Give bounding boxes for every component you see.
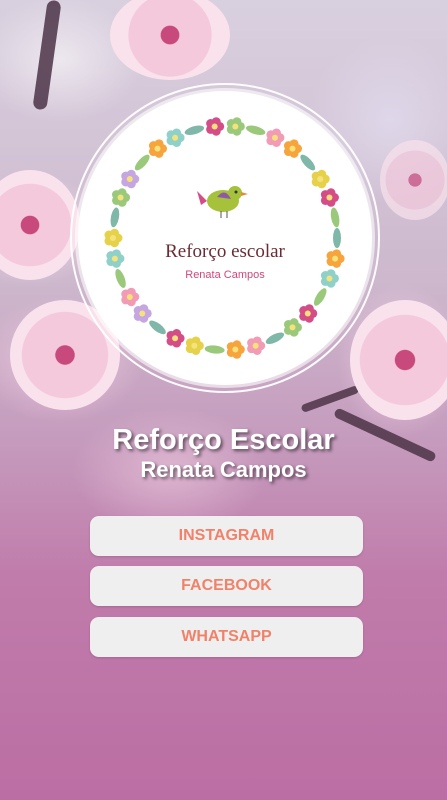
logo: Reforço escolar Renata Campos <box>78 91 372 385</box>
logo-subtitle: Renata Campos <box>185 269 265 281</box>
whatsapp-button[interactable]: WHATSAPP <box>90 617 363 657</box>
instagram-button[interactable]: INSTAGRAM <box>90 516 363 556</box>
facebook-button[interactable]: FACEBOOK <box>90 566 363 606</box>
blossom-decoration <box>110 0 230 80</box>
bird-icon <box>197 186 248 218</box>
page-title: Reforço Escolar <box>112 424 335 456</box>
logo-title: Reforço escolar <box>165 241 285 262</box>
flower-wreath-icon <box>104 117 345 359</box>
branch-decoration <box>300 384 360 414</box>
page: Reforço escolar Renata Campos Reforço Es… <box>0 0 447 800</box>
page-subtitle: Renata Campos <box>140 457 307 482</box>
blossom-decoration <box>380 140 447 220</box>
blossom-decoration <box>0 170 80 280</box>
branch-decoration <box>32 0 62 111</box>
